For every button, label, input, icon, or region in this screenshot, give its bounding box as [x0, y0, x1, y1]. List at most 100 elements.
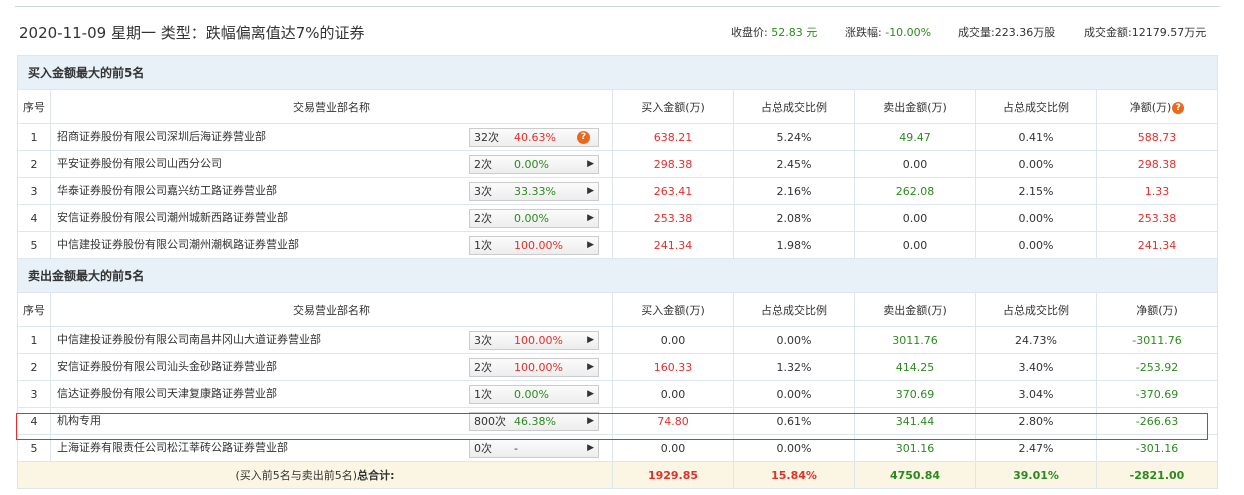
buy-header-row: 序号 交易营业部名称 买入金额(万) 占总成交比例 卖出金额(万) 占总成交比例…	[17, 89, 1218, 124]
buy-amount: 241.34	[612, 231, 734, 259]
change-pct: 涨跌幅: -10.00%	[845, 24, 931, 40]
question-icon[interactable]: ?	[577, 131, 590, 144]
net-amount: -266.63	[1096, 407, 1218, 435]
table-row: 1 招商证券股份有限公司深圳后海证券营业部 32次 40.63%? 638.21 5.24…	[17, 123, 1218, 151]
total-buy: 1929.85	[612, 461, 734, 489]
volume-label: 成交量:	[958, 26, 995, 39]
net-amount: -253.92	[1096, 353, 1218, 381]
table-row: 5 上海证券有限责任公司松江莘砖公路证券营业部 0次 - ▶ 0.00 0.00% 301.1…	[17, 434, 1218, 462]
branch-name-link[interactable]: 华泰证券股份有限公司嘉兴纺工路证券营业部	[57, 182, 467, 198]
change-pct-value: -10.00%	[885, 26, 932, 39]
branch-name-cell: 安信证券股份有限公司汕头金砂路证券营业部 2次 100.00% ▶	[50, 353, 613, 381]
buy-amount: 263.41	[612, 177, 734, 205]
history-stats-button[interactable]: 32次 40.63%?	[469, 128, 599, 147]
col-name: 交易营业部名称	[50, 89, 613, 124]
row-seq: 4	[17, 204, 51, 232]
col-buy-ratio: 占总成交比例	[733, 89, 855, 124]
question-icon[interactable]: ?	[1172, 101, 1185, 114]
col-net-label: 净额(万)	[1129, 100, 1172, 114]
buy-amount: 0.00	[612, 434, 734, 462]
history-stats-button[interactable]: 3次 33.33% ▶	[469, 182, 599, 201]
col-seq: 序号	[17, 292, 51, 327]
net-amount: -3011.76	[1096, 326, 1218, 354]
buy-amount: 0.00	[612, 326, 734, 354]
history-stats-button[interactable]: 2次 0.00% ▶	[469, 155, 599, 174]
sell-section-title: 卖出金额最大的前5名	[17, 258, 1218, 293]
buy-amount: 298.38	[612, 150, 734, 178]
row-seq: 4	[17, 407, 51, 435]
arrow-right-icon: ▶	[587, 240, 594, 250]
sell-ratio: 0.00%	[975, 204, 1097, 232]
buy-ratio: 0.00%	[733, 326, 855, 354]
net-amount: 298.38	[1096, 150, 1218, 178]
buy-amount: 74.80	[612, 407, 734, 435]
sell-ratio: 2.80%	[975, 407, 1097, 435]
history-stats-button[interactable]: 1次 0.00% ▶	[469, 385, 599, 404]
branch-name-link[interactable]: 上海证券有限责任公司松江莘砖公路证券营业部	[57, 439, 467, 455]
arrow-right-icon: ▶	[587, 443, 594, 453]
total-label-bold: 总合计:	[357, 469, 395, 482]
branch-name-link[interactable]: 安信证券股份有限公司汕头金砂路证券营业部	[57, 358, 467, 374]
net-amount: 241.34	[1096, 231, 1218, 259]
branch-name-link[interactable]: 中信建投证券股份有限公司潮州潮枫路证券营业部	[57, 236, 467, 252]
sell-header-row: 序号 交易营业部名称 买入金额(万) 占总成交比例 卖出金额(万) 占总成交比例…	[17, 292, 1218, 327]
branch-name-link[interactable]: 信达证券股份有限公司天津复康路证券营业部	[57, 385, 467, 401]
branch-name-link[interactable]: 招商证券股份有限公司深圳后海证券营业部	[57, 128, 467, 144]
success-rate: 100.00%	[514, 334, 563, 347]
buy-ratio: 5.24%	[733, 123, 855, 151]
table-row: 4 机构专用 800次 46.38% ▶ 74.80 0.61% 341.44 2.80% -26…	[17, 407, 1218, 435]
net-amount: -370.69	[1096, 380, 1218, 408]
history-stats-button[interactable]: 800次 46.38% ▶	[469, 412, 599, 431]
success-rate: 100.00%	[514, 239, 563, 252]
history-stats-button[interactable]: 2次 100.00% ▶	[469, 358, 599, 377]
trade-times: 2次	[474, 158, 492, 171]
col-buy: 买入金额(万)	[612, 292, 734, 327]
trade-times: 3次	[474, 185, 492, 198]
col-buy-ratio: 占总成交比例	[733, 292, 855, 327]
history-stats-button[interactable]: 0次 - ▶	[469, 439, 599, 458]
col-net: 净额(万)	[1096, 292, 1218, 327]
success-rate: 0.00%	[514, 158, 549, 171]
top-divider	[15, 6, 1220, 7]
success-rate: -	[514, 442, 518, 455]
col-buy: 买入金额(万)	[612, 89, 734, 124]
branch-name-link[interactable]: 平安证券股份有限公司山西分公司	[57, 155, 467, 171]
buy-ratio: 1.32%	[733, 353, 855, 381]
volume-value: 223.36万股	[994, 26, 1056, 39]
success-rate: 33.33%	[514, 185, 556, 198]
history-stats-button[interactable]: 2次 0.00% ▶	[469, 209, 599, 228]
branch-name-link[interactable]: 安信证券股份有限公司潮州城新西路证券营业部	[57, 209, 467, 225]
branch-name-cell: 招商证券股份有限公司深圳后海证券营业部 32次 40.63%?	[50, 123, 613, 151]
arrow-right-icon: ▶	[587, 389, 594, 399]
branch-name-cell: 上海证券有限责任公司松江莘砖公路证券营业部 0次 - ▶	[50, 434, 613, 462]
success-rate: 0.00%	[514, 212, 549, 225]
branch-name-cell: 机构专用 800次 46.38% ▶	[50, 407, 613, 435]
sell-amount: 0.00	[854, 231, 976, 259]
table-row: 2 安信证券股份有限公司汕头金砂路证券营业部 2次 100.00% ▶ 160.33 1.3…	[17, 353, 1218, 381]
col-name: 交易营业部名称	[50, 292, 613, 327]
branch-name-link[interactable]: 中信建投证券股份有限公司南昌井冈山大道证券营业部	[57, 331, 467, 347]
history-stats-button[interactable]: 1次 100.00% ▶	[469, 236, 599, 255]
table-row: 2 平安证券股份有限公司山西分公司 2次 0.00% ▶ 298.38 2.45% 0.00 0…	[17, 150, 1218, 178]
branch-name-cell: 平安证券股份有限公司山西分公司 2次 0.00% ▶	[50, 150, 613, 178]
volume: 成交量:223.36万股	[958, 24, 1055, 40]
col-sell-ratio: 占总成交比例	[975, 292, 1097, 327]
sell-amount: 301.16	[854, 434, 976, 462]
history-stats-button[interactable]: 3次 100.00% ▶	[469, 331, 599, 350]
total-row: (买入前5名与卖出前5名)总合计: 1929.85 15.84% 4750.84…	[17, 461, 1218, 489]
trade-times: 3次	[474, 334, 492, 347]
col-seq: 序号	[17, 89, 51, 124]
arrow-right-icon: ▶	[587, 335, 594, 345]
sell-amount: 3011.76	[854, 326, 976, 354]
net-amount: -301.16	[1096, 434, 1218, 462]
row-seq: 3	[17, 380, 51, 408]
branch-name-link[interactable]: 机构专用	[57, 412, 467, 428]
success-rate: 0.00%	[514, 388, 549, 401]
buy-amount: 160.33	[612, 353, 734, 381]
buy-section-title: 买入金额最大的前5名	[17, 55, 1218, 90]
sell-ratio: 3.40%	[975, 353, 1097, 381]
turnover: 成交金额:12179.57万元	[1084, 24, 1206, 40]
branch-name-cell: 信达证券股份有限公司天津复康路证券营业部 1次 0.00% ▶	[50, 380, 613, 408]
col-sell-ratio: 占总成交比例	[975, 89, 1097, 124]
buy-ratio: 2.08%	[733, 204, 855, 232]
